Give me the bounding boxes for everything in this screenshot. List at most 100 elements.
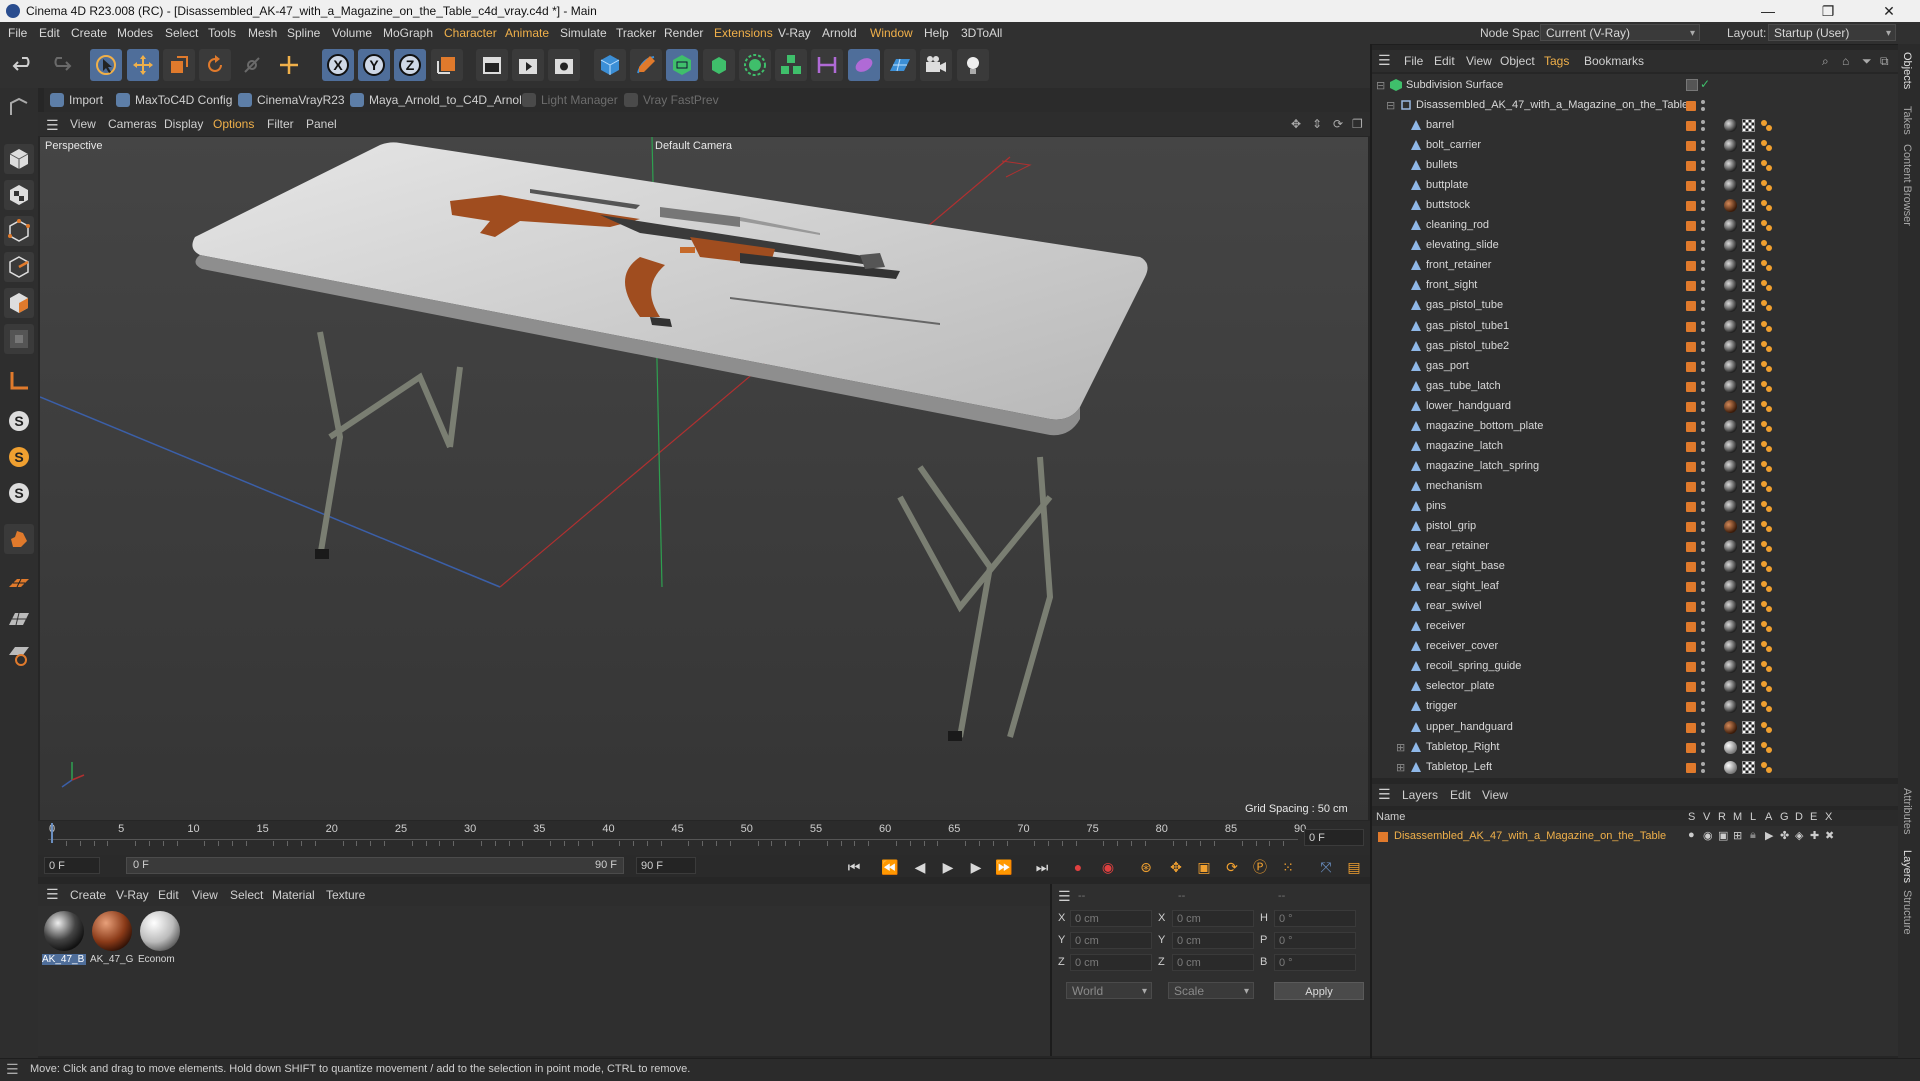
tab-structure[interactable]: Structure: [1901, 890, 1913, 935]
rotate-tool-button[interactable]: [199, 49, 231, 81]
layer-color-swatch[interactable]: [1686, 762, 1696, 773]
editor-visibility-dot[interactable]: [1701, 641, 1705, 646]
object-visibility-toggle[interactable]: [1686, 79, 1698, 91]
object-row[interactable]: upper_handguard: [1372, 718, 1898, 738]
layer-color-swatch[interactable]: [1686, 501, 1696, 512]
render-visibility-dot[interactable]: [1701, 127, 1705, 131]
om-new-window-icon[interactable]: ⧉: [1880, 54, 1889, 69]
vray-tag-icon[interactable]: [1760, 159, 1773, 172]
object-row[interactable]: gas_pistol_tube1: [1372, 317, 1898, 337]
material-menu-texture[interactable]: Texture: [326, 888, 365, 902]
render-visibility-dot[interactable]: [1701, 327, 1705, 332]
undo-button[interactable]: [8, 49, 40, 81]
apply-button[interactable]: Apply: [1274, 982, 1364, 1000]
editor-visibility-dot[interactable]: [1701, 200, 1705, 205]
snap-button[interactable]: S: [4, 406, 34, 436]
quantize-button[interactable]: S: [4, 442, 34, 472]
object-row[interactable]: rear_sight_leaf: [1372, 577, 1898, 597]
layer-color-swatch[interactable]: [1686, 261, 1696, 272]
record-button[interactable]: ●: [1066, 856, 1090, 878]
layer-color-swatch[interactable]: [1686, 441, 1696, 452]
tab-attributes[interactable]: Attributes: [1901, 788, 1913, 834]
vray-tag-icon[interactable]: [1760, 680, 1773, 693]
points-mode-button[interactable]: [4, 216, 34, 246]
coordinate-space-select[interactable]: World: [1066, 982, 1152, 1000]
om-home-icon[interactable]: ⌂: [1842, 54, 1849, 68]
recent-tool-button[interactable]: [236, 49, 268, 81]
uvw-tag-icon[interactable]: [1742, 419, 1755, 433]
material-tag-icon[interactable]: [1724, 640, 1737, 654]
uvw-tag-icon[interactable]: [1742, 720, 1755, 734]
vray-tag-icon[interactable]: [1760, 741, 1773, 754]
object-row[interactable]: trigger: [1372, 697, 1898, 717]
object-row[interactable]: gas_tube_latch: [1372, 377, 1898, 397]
vray-tag-icon[interactable]: [1760, 700, 1773, 713]
uvw-tag-icon[interactable]: [1742, 640, 1755, 654]
rotation-p-field[interactable]: 0 °: [1274, 932, 1356, 949]
menu-mograph[interactable]: MoGraph: [383, 26, 433, 40]
uvw-tag-icon[interactable]: [1742, 660, 1755, 674]
om-menu-file[interactable]: File: [1404, 54, 1423, 68]
layer-color-swatch[interactable]: [1686, 161, 1696, 172]
render-visibility-dot[interactable]: [1701, 628, 1705, 633]
grid-button[interactable]: [4, 604, 34, 634]
light-button[interactable]: [957, 49, 989, 81]
editor-visibility-dot[interactable]: [1701, 220, 1705, 225]
key-pla-button[interactable]: ⁙: [1276, 856, 1300, 878]
om-menu-tags[interactable]: Tags: [1544, 54, 1569, 68]
vray-tag-icon[interactable]: [1760, 340, 1773, 353]
material-tag-icon[interactable]: [1724, 339, 1737, 353]
layer-color-swatch[interactable]: [1686, 562, 1696, 573]
extrude-button[interactable]: [703, 49, 735, 81]
camera-name-label[interactable]: Default Camera: [655, 140, 732, 152]
layers-menu-edit[interactable]: Edit: [1450, 788, 1471, 802]
vray-tag-icon[interactable]: [1760, 460, 1773, 473]
om-filter-icon[interactable]: ⏷: [1862, 54, 1872, 69]
vray-tag-icon[interactable]: [1760, 119, 1773, 132]
polygons-mode-button[interactable]: [4, 288, 34, 318]
layer-color-swatch[interactable]: [1686, 582, 1696, 593]
layout-select[interactable]: Startup (User): [1768, 24, 1896, 42]
coordinate-mode-select[interactable]: Scale: [1168, 982, 1254, 1000]
material-tag-icon[interactable]: [1724, 740, 1737, 754]
uvw-tag-icon[interactable]: [1742, 279, 1755, 293]
tab-takes[interactable]: Takes: [1901, 106, 1913, 135]
object-panel-menu-icon[interactable]: ☰: [1378, 52, 1391, 69]
object-row[interactable]: bullets: [1372, 156, 1898, 176]
editor-visibility-dot[interactable]: [1701, 160, 1705, 165]
render-visibility-dot[interactable]: [1701, 528, 1705, 532]
uvw-tag-icon[interactable]: [1742, 259, 1755, 273]
viewport-rotate-icon[interactable]: ⟳: [1333, 117, 1343, 131]
timeline-ruler[interactable]: 051015202530354045505560657075808590 0 F: [38, 821, 1370, 859]
material-tag-icon[interactable]: [1724, 620, 1737, 634]
layer-color-swatch[interactable]: [1686, 101, 1696, 111]
cloner-button[interactable]: [739, 49, 771, 81]
layer-color-swatch[interactable]: [1686, 522, 1696, 532]
object-row[interactable]: gas_port: [1372, 357, 1898, 377]
vray-tag-icon[interactable]: [1760, 360, 1773, 373]
layer-manager-icon[interactable]: ⊞: [1733, 829, 1742, 842]
vray-tag-icon[interactable]: [1760, 219, 1773, 232]
previous-frame-button[interactable]: ◀: [908, 856, 932, 878]
panel-divider[interactable]: [1370, 44, 1372, 1058]
size-z-field[interactable]: 0 cm: [1172, 954, 1254, 971]
layer-color-swatch[interactable]: [1686, 121, 1696, 131]
material-tag-icon[interactable]: [1724, 199, 1737, 213]
editor-visibility-dot[interactable]: [1701, 260, 1705, 265]
material-tag-icon[interactable]: [1724, 319, 1737, 333]
viewport-dolly-icon[interactable]: ⇕: [1312, 117, 1322, 131]
render-visibility-dot[interactable]: [1701, 407, 1705, 412]
menu-vray[interactable]: V-Ray: [778, 26, 811, 40]
render-visibility-dot[interactable]: [1701, 568, 1705, 573]
uvw-tag-icon[interactable]: [1742, 239, 1755, 253]
status-menu-icon[interactable]: ☰: [6, 1061, 19, 1078]
object-row[interactable]: magazine_latch_spring: [1372, 457, 1898, 477]
menu-extensions[interactable]: Extensions: [714, 26, 773, 40]
om-menu-view[interactable]: View: [1466, 54, 1492, 68]
vray-tag-icon[interactable]: [1760, 600, 1773, 613]
panel-divider[interactable]: [1050, 884, 1052, 1056]
material-menu-select[interactable]: Select: [230, 888, 263, 902]
uvw-tag-icon[interactable]: [1742, 159, 1755, 173]
uvw-tag-icon[interactable]: [1742, 339, 1755, 353]
material-tag-icon[interactable]: [1724, 560, 1737, 574]
